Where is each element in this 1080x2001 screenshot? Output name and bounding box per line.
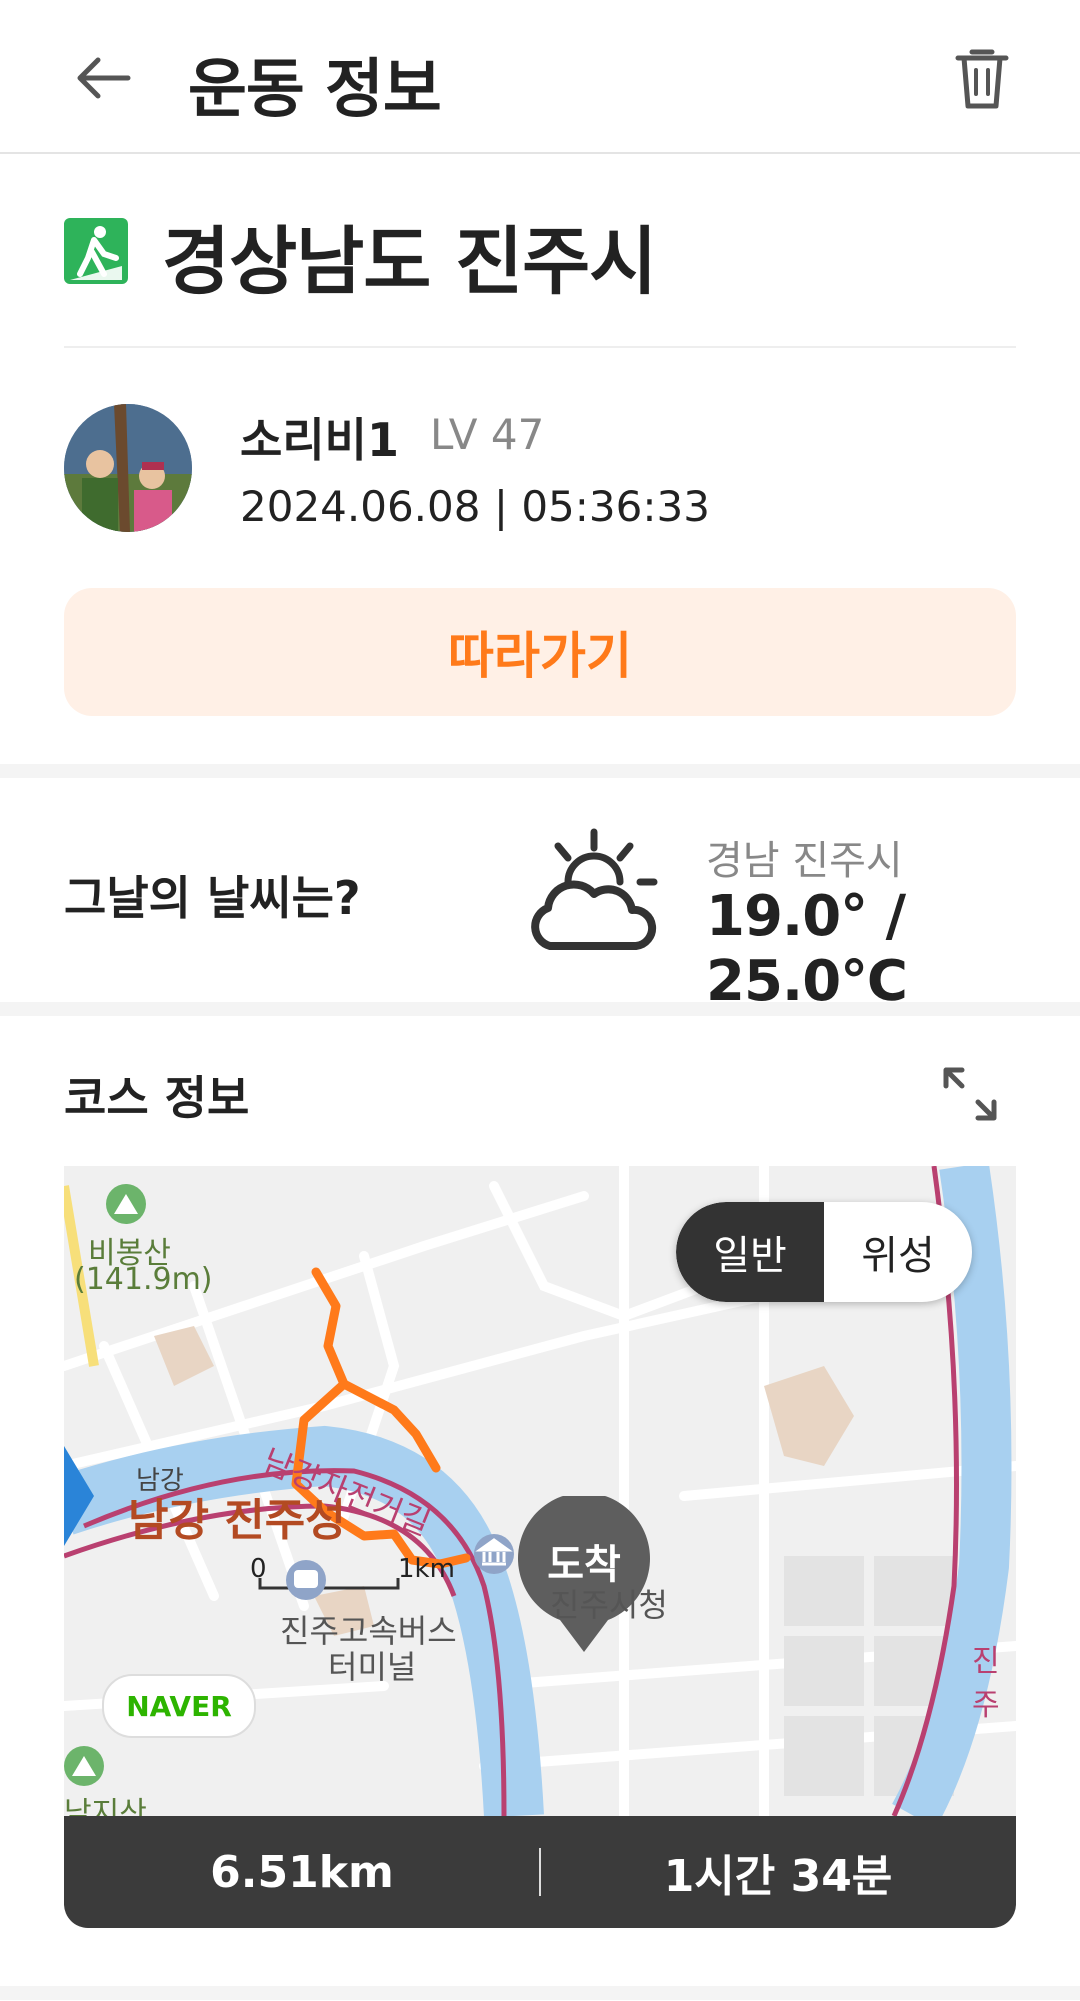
avatar[interactable] [64, 404, 192, 532]
section-divider [0, 764, 1080, 778]
course-distance: 6.51km [210, 1846, 394, 1898]
back-arrow-icon[interactable] [72, 46, 136, 110]
location-title: 경상남도 진주시 [162, 219, 657, 305]
user-level: LV 47 [430, 410, 545, 459]
follow-button[interactable]: 따라가기 [64, 588, 1016, 716]
map-label-city-hall: 진주시청 [550, 1586, 668, 1624]
map-toggle-normal[interactable]: 일반 [676, 1202, 824, 1302]
weather-question: 그날의 날씨는? [64, 871, 361, 925]
section-divider [0, 1002, 1080, 1016]
map-label-mountain-height: (141.9m) [74, 1262, 213, 1297]
section-divider [0, 1986, 1080, 2000]
naver-logo: NAVER [102, 1674, 256, 1738]
divider [64, 346, 1016, 348]
map-type-toggle[interactable]: 일반 위성 [676, 1202, 972, 1302]
course-title: 코스 정보 [64, 1071, 250, 1125]
user-name: 소리비1 [240, 413, 399, 467]
trash-icon[interactable] [950, 44, 1014, 112]
map-label-bus-terminal-2: 터미널 [328, 1648, 417, 1686]
weather-temperature: 19.0° / 25.0℃ [706, 884, 908, 1014]
partly-cloudy-icon [528, 828, 660, 956]
activity-datetime: 2024.06.08 | 05:36:33 [240, 482, 710, 531]
course-map[interactable]: 일반 위성 도착 비봉산 (141.9m) 남강 남강 진주성 남강자전거길 진… [64, 1166, 1016, 1816]
app-header: 운동 정보 [0, 0, 1080, 154]
course-stats-bar: 6.51km 1시간 34분 [64, 1816, 1016, 1928]
map-scale-km: 1km [398, 1554, 455, 1584]
page-title: 운동 정보 [188, 53, 442, 127]
map-label-edge-right: 진주 [972, 1644, 1000, 1723]
expand-icon[interactable] [940, 1064, 1000, 1124]
hiking-icon [64, 218, 128, 284]
course-duration: 1시간 34분 [663, 1851, 893, 1902]
map-label-edge-bottom: 남지산 [64, 1796, 147, 1816]
map-toggle-satellite[interactable]: 위성 [824, 1202, 972, 1302]
weather-location: 경남 진주시 [706, 838, 903, 884]
map-scale-zero: 0 [250, 1554, 267, 1584]
